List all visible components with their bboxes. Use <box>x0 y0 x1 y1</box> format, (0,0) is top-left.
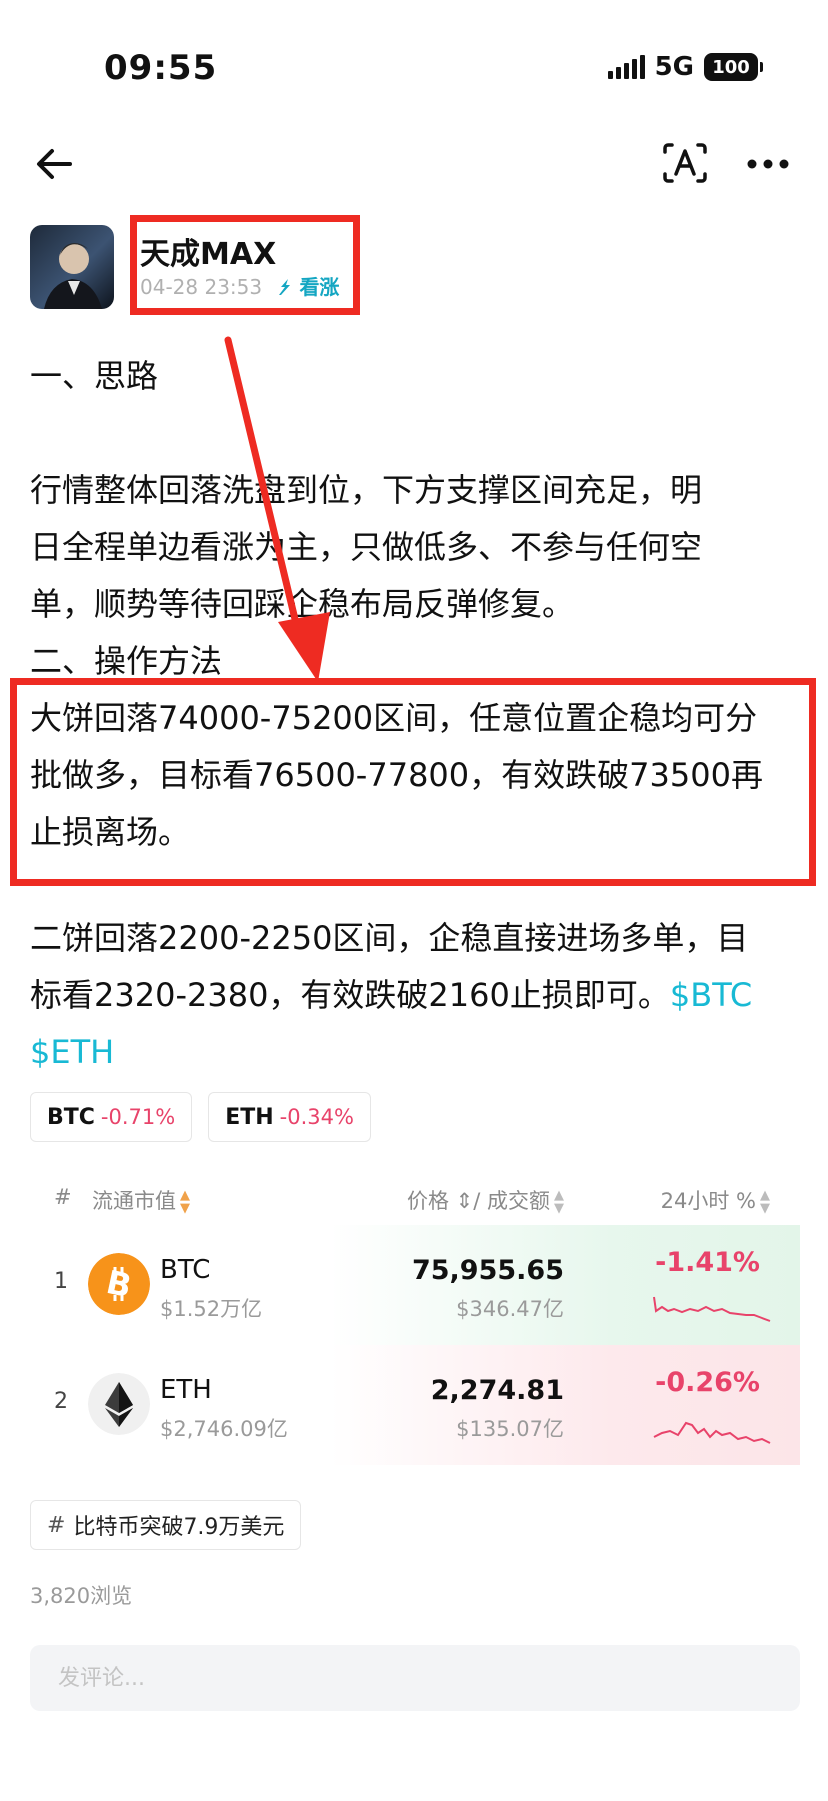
header-market-cap[interactable]: 流通市值 ▲ ▼ <box>92 1185 190 1215</box>
post-line: 二饼回落2200-2250区间，企稳直接进场多单，目 <box>30 910 800 967</box>
ethereum-icon <box>88 1373 150 1435</box>
coin-chip-change: -0.34% <box>279 1105 354 1129</box>
post-line: $ETH <box>30 1024 800 1081</box>
row-price: 75,955.65 <box>411 1255 564 1286</box>
cashtag-eth-link[interactable]: $ETH <box>30 1033 114 1071</box>
row-volume: $135.07亿 <box>456 1417 564 1441</box>
header-rank: # <box>54 1185 72 1209</box>
row-symbol: BTC <box>160 1255 211 1285</box>
market-table-header: # 流通市值 ▲ ▼ 价格 ⇕/ 成交额 ▲ ▼ 24小时 % ▲ ▼ <box>30 1175 800 1225</box>
row-rank: 1 <box>54 1269 68 1294</box>
sort-icon: ▲ ▼ <box>180 1188 190 1216</box>
header-price-label: 价格 ⇕/ 成交额 <box>406 1189 550 1213</box>
row-change: -0.26% <box>655 1367 760 1398</box>
row-symbol: ETH <box>160 1375 212 1405</box>
post-line: 日全程单边看涨为主，只做低多、不参与任何空 <box>30 528 703 566</box>
cashtag-btc-link[interactable]: $BTC <box>670 976 752 1014</box>
nav-bar <box>0 130 828 200</box>
status-indicators: 5G 100 <box>607 52 763 82</box>
post-line: 行情整体回落洗盘到位，下方支撑区间充足，明 <box>30 471 703 509</box>
bitcoin-icon: B <box>88 1253 150 1315</box>
header-price-volume[interactable]: 价格 ⇕/ 成交额 ▲ ▼ <box>407 1185 564 1215</box>
hashtag-icon: # <box>47 1512 66 1538</box>
coin-chip-eth[interactable]: ETH -0.34% <box>208 1092 371 1142</box>
post-text: 二饼回落2200-2250区间，企稳直接进场多单，目 <box>30 919 749 957</box>
header-market-cap-label: 流通市值 <box>92 1189 176 1213</box>
post-line: 单，顺势等待回踩企稳布局反弹修复。 <box>30 585 575 623</box>
translate-icon[interactable] <box>660 138 710 188</box>
market-row-eth[interactable]: 2 ETH $2,746.09亿 2,274.81 $135.07亿 -0.26… <box>30 1345 800 1465</box>
view-count: 3,820浏览 <box>30 1584 133 1608</box>
avatar[interactable] <box>30 225 114 309</box>
highlight-box-author <box>130 215 360 315</box>
header-change-label: 24小时 % <box>660 1189 756 1213</box>
coin-chip-symbol: BTC <box>47 1104 95 1130</box>
signal-icon <box>607 55 645 79</box>
header-change[interactable]: 24小时 % ▲ ▼ <box>661 1185 770 1215</box>
topic-label: 比特币突破7.9万美元 <box>73 1515 285 1540</box>
market-row-btc[interactable]: 1 B BTC $1.52万亿 75,955.65 $346.47亿 -1.41… <box>30 1225 800 1345</box>
network-type: 5G <box>654 52 694 82</box>
sort-icon: ▲ ▼ <box>760 1188 770 1216</box>
row-volume: $346.47亿 <box>456 1297 564 1321</box>
post-text: 标看2320-2380，有效跌破2160止损即可。 <box>30 976 670 1014</box>
row-price: 2,274.81 <box>430 1375 564 1406</box>
sparkline-chart <box>653 1296 771 1322</box>
section-title: 一、思路 <box>30 357 159 395</box>
sort-icon: ▲ ▼ <box>554 1188 564 1216</box>
battery-icon: 100 <box>704 53 763 81</box>
status-bar: 09:55 5G 100 <box>0 0 828 120</box>
coin-chip-btc[interactable]: BTC -0.71% <box>30 1092 193 1142</box>
row-market-cap: $2,746.09亿 <box>160 1417 288 1441</box>
comment-input[interactable] <box>30 1645 800 1711</box>
row-change: -1.41% <box>655 1247 760 1278</box>
arrow-left-icon[interactable] <box>30 140 78 188</box>
highlight-box-operation <box>10 678 816 886</box>
battery-level: 100 <box>712 56 750 78</box>
coin-chips: BTC -0.71% ETH -0.34% <box>30 1092 371 1142</box>
sparkline-chart <box>653 1421 771 1444</box>
coin-chip-symbol: ETH <box>225 1104 274 1130</box>
topic-tag[interactable]: # 比特币突破7.9万美元 <box>30 1500 302 1550</box>
coin-chip-change: -0.71% <box>100 1105 176 1129</box>
more-dots-icon[interactable] <box>744 144 792 184</box>
row-market-cap: $1.52万亿 <box>160 1297 263 1321</box>
status-time: 09:55 <box>104 48 218 88</box>
row-rank: 2 <box>54 1389 68 1414</box>
post-line: 标看2320-2380，有效跌破2160止损即可。$BTC <box>30 967 800 1024</box>
market-table: # 流通市值 ▲ ▼ 价格 ⇕/ 成交额 ▲ ▼ 24小时 % ▲ ▼ 1 B BTC $1… <box>30 1175 800 1465</box>
